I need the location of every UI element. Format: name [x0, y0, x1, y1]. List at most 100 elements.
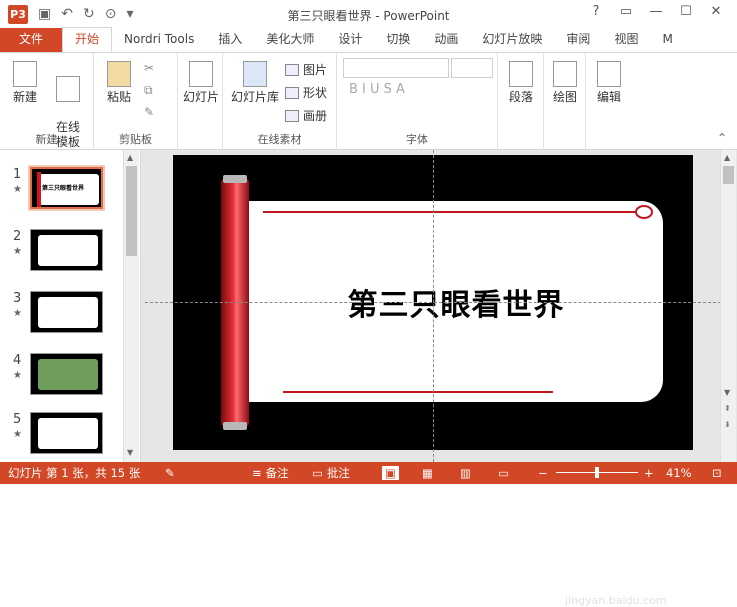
slide-scrollbar[interactable]: ▲ ▼ ⇞ ⇟	[720, 150, 736, 462]
cut-icon[interactable]: ✂	[144, 61, 154, 75]
group-editing: 编辑	[586, 53, 632, 150]
slideshow-view-icon[interactable]: ▭	[498, 466, 509, 480]
slide-sorter-icon[interactable]: ▦	[422, 466, 433, 480]
slide-layout-button[interactable]: 幻灯片	[182, 61, 220, 105]
group-new: 新建 在线 模板 新建	[0, 53, 94, 150]
slide-library-button[interactable]: 幻灯片库	[229, 61, 281, 105]
zoom-level[interactable]: 41%	[666, 466, 692, 480]
zoom-in-button[interactable]: +	[644, 466, 654, 480]
font-format-controls[interactable]: B I U S A	[349, 82, 405, 97]
collapse-ribbon-icon[interactable]: ⌃	[717, 131, 727, 145]
group-font: B I U S A 字体	[337, 53, 498, 150]
rod-cap-bottom	[223, 422, 247, 430]
slide-thumb-image[interactable]	[30, 412, 103, 454]
font-family-select[interactable]	[343, 58, 449, 78]
group-clipboard: 粘贴 ✂ ⧉ ✎ 剪贴板	[94, 53, 178, 150]
baidu-watermark: Baidu 经验 jingyan.baidu.com	[565, 561, 710, 607]
thumbnail-2[interactable]: 2 ★	[0, 229, 122, 281]
ribbon-display-button[interactable]: ▭	[611, 4, 641, 19]
tab-home[interactable]: 开始	[62, 27, 113, 52]
shape-button[interactable]: 形状	[285, 84, 327, 101]
maximize-button[interactable]: ☐	[671, 4, 701, 19]
next-slide-icon[interactable]: ⇟	[724, 420, 731, 429]
vertical-guide[interactable]	[433, 150, 434, 462]
group-paragraph: 段落	[498, 53, 544, 150]
slide-thumb-image[interactable]	[30, 353, 103, 395]
zoom-out-button[interactable]: −	[538, 466, 548, 480]
bottom-red-line	[283, 391, 553, 393]
scroll-down-icon[interactable]: ▼	[724, 388, 730, 397]
thumbnail-3[interactable]: 3 ★	[0, 291, 122, 343]
comment-icon: ▭	[312, 466, 323, 480]
tab-slideshow[interactable]: 幻灯片放映	[470, 28, 554, 52]
close-button[interactable]: ✕	[701, 4, 731, 19]
editing-button[interactable]: 编辑	[592, 61, 626, 105]
comments-button[interactable]: ▭ 批注	[312, 465, 350, 481]
tab-more[interactable]: M	[650, 28, 684, 52]
tab-beautify[interactable]: 美化大师	[254, 28, 326, 52]
paragraph-button[interactable]: 段落	[504, 61, 538, 105]
drawing-button[interactable]: 绘图	[548, 61, 582, 105]
tab-animations[interactable]: 动画	[422, 28, 470, 52]
slide-thumb-image[interactable]: 第三只眼看世界	[28, 165, 105, 211]
workspace: 1 ★ 第三只眼看世界 2 ★ 3 ★ 4 ★ 5 ★ ▲ ▼ 第三只眼看世界 …	[0, 150, 737, 607]
format-painter-icon[interactable]: ✎	[144, 105, 154, 119]
fit-to-window-icon[interactable]: ⊡	[712, 466, 722, 480]
thumbnail-1[interactable]: 1 ★ 第三只眼看世界	[0, 165, 122, 219]
thumb-card	[38, 359, 98, 390]
shape-icon	[285, 86, 299, 99]
album-button[interactable]: 画册	[285, 107, 327, 124]
scroll-down-icon[interactable]: ▼	[127, 448, 133, 457]
group-online-material: 幻灯片库 图片 形状 画册 在线素材	[223, 53, 337, 150]
new-slide-button[interactable]: 新建	[10, 61, 40, 105]
scroll-up-icon[interactable]: ▲	[127, 153, 133, 162]
paste-button[interactable]: 粘贴	[104, 61, 134, 105]
notes-button[interactable]: ≡ 备注	[252, 465, 289, 481]
scroll-up-icon[interactable]: ▲	[724, 153, 730, 162]
thumbnail-5[interactable]: 5 ★	[0, 412, 122, 464]
copy-icon[interactable]: ⧉	[144, 83, 153, 98]
title-bar: P3 ▣ ↶ ↻ ⊙ ▾ 第三只眼看世界 - PowerPoint ? ▭ — …	[0, 0, 737, 29]
picture-icon	[285, 63, 299, 76]
thumbnail-scrollbar[interactable]: ▲ ▼	[123, 150, 139, 462]
tab-view[interactable]: 视图	[602, 28, 650, 52]
slide-thumb-image[interactable]	[30, 291, 103, 333]
picture-button[interactable]: 图片	[285, 61, 327, 78]
slide-icon	[189, 61, 213, 87]
ribbon-tabs: 文件 开始 Nordri Tools 插入 美化大师 设计 切换 动画 幻灯片放…	[0, 27, 737, 53]
group-slides: 幻灯片	[178, 53, 223, 150]
status-bar: 幻灯片 第 1 张，共 15 张 ✎ ≡ 备注 ▭ 批注 ▣ ▦ ▥ ▭ − + 4…	[0, 462, 737, 484]
minimize-button[interactable]: —	[641, 4, 671, 19]
scroll-thumb[interactable]	[126, 166, 137, 256]
tab-insert[interactable]: 插入	[206, 28, 254, 52]
notes-icon: ≡	[252, 466, 262, 480]
zoom-slider-knob[interactable]	[595, 467, 599, 478]
slide-counter: 幻灯片 第 1 张，共 15 张	[8, 466, 141, 480]
spellcheck-icon[interactable]: ✎	[165, 466, 175, 480]
tab-file[interactable]: 文件	[0, 28, 62, 52]
album-icon	[285, 109, 299, 122]
top-red-line	[263, 211, 636, 213]
slide-thumbnail-pane: 1 ★ 第三只眼看世界 2 ★ 3 ★ 4 ★ 5 ★ ▲ ▼	[0, 150, 141, 462]
group-drawing: 绘图	[544, 53, 586, 150]
paragraph-icon	[509, 61, 533, 87]
reading-view-icon[interactable]: ▥	[460, 466, 471, 480]
normal-view-icon[interactable]: ▣	[382, 466, 399, 480]
prev-slide-icon[interactable]: ⇞	[724, 404, 731, 413]
thumb-rod	[37, 172, 41, 207]
font-size-select[interactable]	[451, 58, 493, 78]
thumb-card	[38, 297, 98, 328]
slide-thumb-image[interactable]	[30, 229, 103, 271]
help-button[interactable]: ?	[581, 4, 611, 19]
scroll-thumb[interactable]	[723, 166, 734, 184]
tab-transitions[interactable]: 切换	[374, 28, 422, 52]
tab-review[interactable]: 审阅	[554, 28, 602, 52]
tab-nordri-tools[interactable]: Nordri Tools	[112, 28, 206, 52]
thumbnail-4[interactable]: 4 ★	[0, 353, 122, 405]
tab-design[interactable]: 设计	[326, 28, 374, 52]
new-doc-icon	[13, 61, 37, 87]
library-icon	[243, 61, 267, 87]
window-controls: ? ▭ — ☐ ✕	[581, 4, 731, 19]
thumb-card	[38, 235, 98, 266]
clipboard-icon	[107, 61, 131, 87]
